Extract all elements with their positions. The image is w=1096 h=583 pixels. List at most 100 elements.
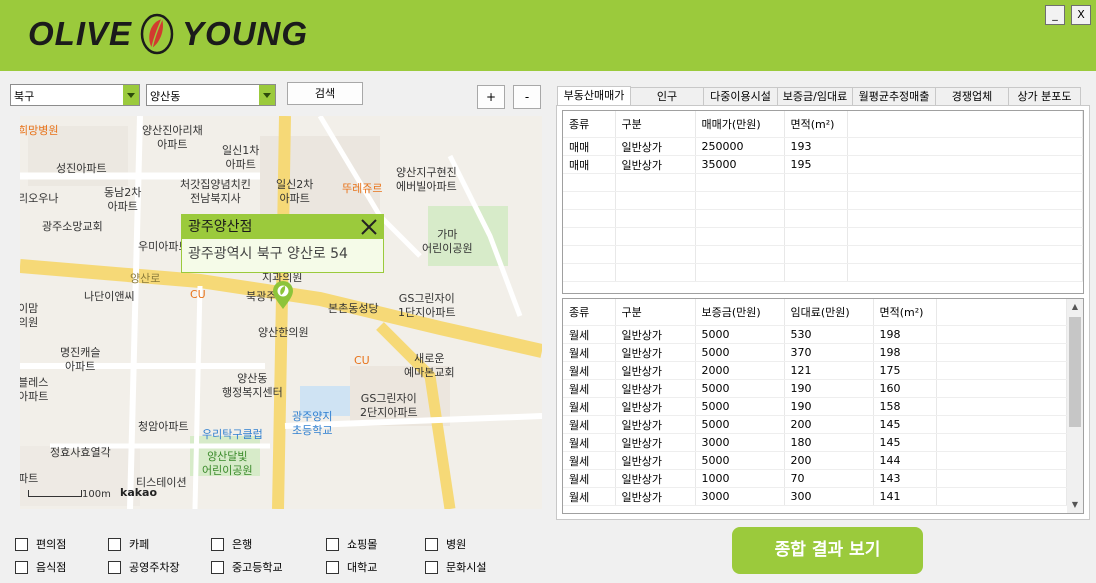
minimize-button[interactable]: _ (1045, 5, 1065, 25)
sale-price-table[interactable]: 종류 구분 매매가(만원) 면적(m²) 매매 일반상가 250000 193 … (562, 110, 1084, 294)
dong-select-value: 양산동 (150, 90, 181, 103)
column-header[interactable]: 보증금(만원) (695, 299, 785, 326)
filter-convenience-store[interactable]: 편의점 (15, 536, 66, 552)
scroll-down-icon[interactable]: ▼ (1067, 497, 1083, 513)
column-header[interactable]: 종류 (563, 299, 616, 326)
zoom-out-button[interactable]: - (513, 85, 541, 109)
table-cell: 일반상가 (615, 379, 696, 398)
rent-table[interactable]: 종류 구분 보증금(만원) 임대료(만원) 면적(m²) 월세 일반상가 5000 5… (562, 298, 1084, 514)
filter-shopping-mall[interactable]: 쇼핑몰 (326, 536, 377, 552)
tab-store-distribution[interactable]: 상가 분포도 (1008, 87, 1081, 105)
table-row[interactable]: 월세 일반상가 3000 180 145 (563, 433, 1067, 452)
tab-monthly-sales[interactable]: 월평균추정매출 (852, 87, 936, 105)
brand-logo: OLIVE YOUNG (28, 12, 308, 56)
table-row[interactable]: 매매 일반상가 250000 193 (563, 137, 1083, 156)
olive-logo-icon (134, 12, 180, 56)
scroll-up-icon[interactable]: ▲ (1067, 299, 1083, 315)
filter-bank[interactable]: 은행 (211, 536, 252, 552)
column-header[interactable]: 구분 (615, 299, 696, 326)
popup-title-text: 광주양산점 (188, 219, 253, 235)
table-cell: 월세 (563, 469, 616, 488)
table-cell-filler (936, 379, 1067, 398)
table-cell: 5000 (695, 415, 785, 434)
search-button[interactable]: 검색 (287, 82, 363, 105)
column-header[interactable]: 종류 (563, 111, 616, 138)
checkbox[interactable] (108, 560, 121, 574)
dong-select[interactable]: 양산동 (146, 84, 276, 106)
filter-cultural-facility[interactable]: 문화시설 (425, 559, 486, 575)
close-window-button[interactable]: X (1071, 5, 1091, 25)
table-cell-filler (847, 155, 1083, 174)
table-row[interactable]: 월세 일반상가 5000 190 160 (563, 379, 1067, 398)
table-cell: 일반상가 (615, 415, 696, 434)
poi-label: 새로운 예마본교회 (404, 352, 455, 379)
table-row[interactable]: 월세 일반상가 3000 300 141 (563, 487, 1067, 506)
checkbox[interactable] (15, 537, 28, 551)
filter-hospital[interactable]: 병원 (425, 536, 466, 552)
table-cell: 월세 (563, 325, 616, 344)
poi-label: 일신2차 아파트 (276, 178, 314, 205)
table-cell-filler (936, 361, 1067, 380)
table-cell: 121 (784, 361, 874, 380)
filter-label: 중고등학교 (232, 561, 283, 574)
table-row[interactable]: 매매 일반상가 35000 195 (563, 155, 1083, 174)
poi-label: 성진아파트 (56, 162, 107, 175)
map-view[interactable]: 희망병원 양산진아리채 아파트 일신1차 아파트 성진아파트 동남2차 아파트 … (20, 116, 542, 509)
checkbox[interactable] (326, 560, 339, 574)
column-header-filler (847, 111, 1083, 138)
column-header[interactable]: 구분 (615, 111, 696, 138)
vertical-scrollbar[interactable]: ▲ ▼ (1067, 299, 1083, 513)
filter-label: 병원 (446, 538, 467, 551)
tab-population[interactable]: 인구 (630, 87, 704, 105)
checkbox[interactable] (15, 560, 28, 574)
filter-public-parking[interactable]: 공영주차장 (108, 559, 180, 575)
park-poi-label: 가마 어린이공원 (422, 228, 473, 255)
table-row[interactable]: 월세 일반상가 5000 190 158 (563, 397, 1067, 416)
tab-real-estate-price[interactable]: 부동산매매가 (557, 86, 631, 106)
checkbox[interactable] (211, 560, 224, 574)
empty-row (563, 173, 1083, 192)
poi-label: 이맘 의원 (20, 302, 39, 329)
chevron-down-icon[interactable] (259, 85, 275, 105)
table-cell: 2000 (695, 361, 785, 380)
filter-cafe[interactable]: 카페 (108, 536, 149, 552)
table-cell-filler (936, 451, 1067, 470)
checkbox[interactable] (211, 537, 224, 551)
table-row[interactable]: 월세 일반상가 5000 530 198 (563, 325, 1067, 344)
zoom-in-button[interactable]: + (477, 85, 505, 109)
table-cell: 일반상가 (615, 397, 696, 416)
filter-restaurant[interactable]: 음식점 (15, 559, 66, 575)
table-row[interactable]: 월세 일반상가 1000 70 143 (563, 469, 1067, 488)
table-cell: 141 (873, 487, 937, 506)
tab-public-facilities[interactable]: 다중이용시설 (703, 87, 778, 105)
checkbox[interactable] (326, 537, 339, 551)
analysis-tabs: 부동산매매가 인구 다중이용시설 보증금/임대료 월평균추정매출 경쟁업체 상가… (557, 86, 1081, 106)
table-row[interactable]: 월세 일반상가 5000 200 144 (563, 451, 1067, 470)
filter-university[interactable]: 대학교 (326, 559, 377, 575)
table-row[interactable]: 월세 일반상가 5000 200 145 (563, 415, 1067, 434)
close-icon[interactable] (358, 216, 380, 238)
summary-results-button[interactable]: 종합 결과 보기 (732, 527, 923, 574)
scrollbar-thumb[interactable] (1069, 317, 1081, 427)
chevron-down-icon[interactable] (123, 85, 139, 105)
tab-deposit-rent[interactable]: 보증금/임대료 (777, 87, 853, 105)
checkbox[interactable] (108, 537, 121, 551)
table-row[interactable]: 월세 일반상가 2000 121 175 (563, 361, 1067, 380)
checkbox[interactable] (425, 537, 438, 551)
district-select[interactable]: 북구 (10, 84, 140, 106)
column-header[interactable]: 면적(m²) (873, 299, 937, 326)
tab-competitors[interactable]: 경쟁업체 (935, 87, 1009, 105)
column-header[interactable]: 매매가(만원) (695, 111, 785, 138)
store-marker-icon[interactable] (272, 280, 294, 313)
table-cell: 월세 (563, 415, 616, 434)
filter-high-school[interactable]: 중고등학교 (211, 559, 283, 575)
column-header[interactable]: 임대료(만원) (784, 299, 874, 326)
poi-label: 양산동 행정복지센터 (222, 372, 283, 399)
table-cell: 일반상가 (615, 451, 696, 470)
table-cell: 145 (873, 415, 937, 434)
column-header[interactable]: 면적(m²) (784, 111, 848, 138)
table-cell: 530 (784, 325, 874, 344)
table-row[interactable]: 월세 일반상가 5000 370 198 (563, 343, 1067, 362)
table-cell: 5000 (695, 451, 785, 470)
checkbox[interactable] (425, 560, 438, 574)
